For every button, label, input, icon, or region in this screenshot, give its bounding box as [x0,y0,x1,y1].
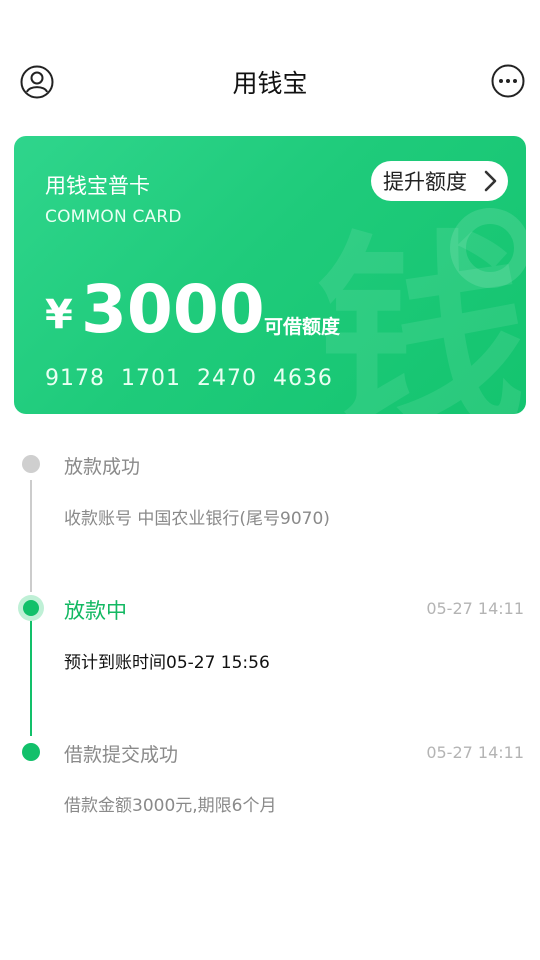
top-bar: 用钱宝 [0,50,540,114]
timeline-connector-active [30,620,32,736]
upgrade-limit-label: 提升额度 [383,170,467,194]
more-dots-icon[interactable] [491,64,525,98]
step-desc: 收款账号 中国农业银行(尾号9070) [64,509,330,529]
page-title: 用钱宝 [232,69,308,98]
step-time: 05-27 14:11 [426,599,524,618]
timeline-dot-active [23,600,39,616]
step-desc: 借款金额3000元,期限6个月 [64,796,277,816]
step-time: 05-27 14:11 [426,743,524,762]
currency-symbol: ¥ [45,292,73,338]
svg-text:钱: 钱 [316,213,526,414]
card-name: 用钱宝普卡 [45,174,150,198]
card-number: 9178 1701 2470 4636 [45,366,333,391]
timeline-dot-pending [22,455,40,473]
step-title: 放款成功 [64,456,141,478]
watermark-logo-icon: 钱 [308,208,526,414]
timeline-dot-done [22,743,40,761]
credit-card: 钱 用钱宝普卡 COMMON CARD 提升额度 ¥ 3000 可借额度 917… [14,136,526,414]
timeline-connector [30,480,32,592]
upgrade-limit-button[interactable]: 提升额度 [371,161,508,201]
credit-amount-label: 可借额度 [264,316,341,338]
credit-amount: 3000 [81,271,265,348]
chevron-right-icon [484,170,498,192]
step-desc-active: 预计到账时间05-27 15:56 [64,653,270,673]
step-title-active: 放款中 [64,599,127,623]
card-subtitle: COMMON CARD [45,207,182,227]
step-title: 借款提交成功 [64,744,179,766]
